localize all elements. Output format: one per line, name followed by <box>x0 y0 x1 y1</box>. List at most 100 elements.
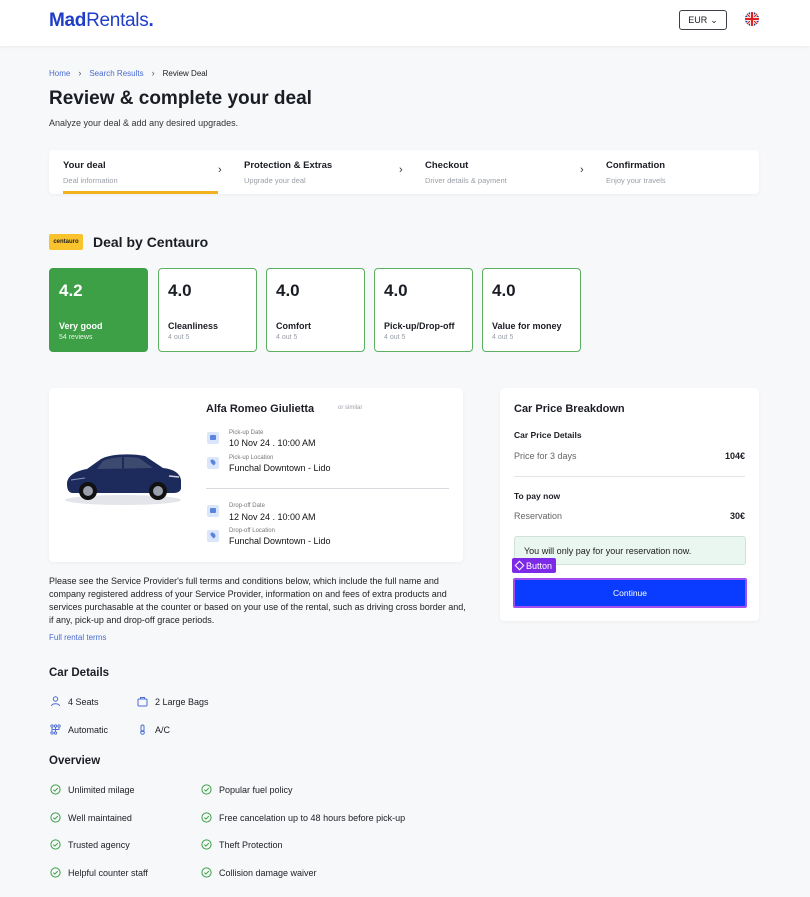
check-circle-icon <box>201 784 212 795</box>
terms-text: Please see the Service Provider's full t… <box>49 576 466 625</box>
car-card: Alfa Romeo Giulietta or similar Pick-up … <box>49 388 463 562</box>
pickup-date: 10 Nov 24 . 10:00 AM <box>229 438 316 448</box>
check-circle-icon <box>201 839 212 850</box>
overview-title: Overview <box>49 755 101 767</box>
pickup-date-label: Pick-up Date <box>229 430 264 436</box>
breadcrumb-search-results[interactable]: Search Results <box>89 69 143 78</box>
overview-item: Trusted agency <box>50 839 130 850</box>
deal-title: Deal by Centauro <box>93 234 209 250</box>
rating-label: Value for money <box>492 321 562 331</box>
uk-flag-icon[interactable] <box>745 12 759 26</box>
pickup-location: Funchal Downtown - Lido <box>229 463 331 473</box>
breadcrumb-home[interactable]: Home <box>49 69 70 78</box>
overview-item: Collision damage waiver <box>201 867 317 878</box>
rating-value: 4.0 <box>384 281 408 300</box>
feature-ac: A/C <box>137 724 170 735</box>
overview-label: Collision damage waiver <box>219 867 317 878</box>
logo-part-1: Mad <box>49 10 87 31</box>
currency-select[interactable]: EUR ⌄ <box>679 10 727 30</box>
overview-label: Theft Protection <box>219 839 283 850</box>
dropoff-date-label: Drop-off Date <box>229 503 265 509</box>
rating-reviews: 54 reviews <box>59 334 93 341</box>
feature-label: Automatic <box>68 724 109 735</box>
step-title: Confirmation <box>606 160 666 171</box>
reservation-label: Reservation <box>514 511 563 521</box>
rating-value-for-money: 4.0 Value for money 4 out 5 <box>482 268 581 352</box>
location-pin-icon <box>207 530 219 542</box>
button-annotation-tag: Button <box>512 558 557 573</box>
continue-button[interactable]: Continue <box>513 578 747 608</box>
overview-item: Theft Protection <box>201 839 283 850</box>
rating-label: Comfort <box>276 321 311 331</box>
rating-cleanliness: 4.0 Cleanliness 4 out 5 <box>158 268 257 352</box>
person-icon <box>51 696 60 707</box>
overview-item: Well maintained <box>50 812 132 823</box>
price-breakdown-panel: Car Price Breakdown Car Price Details Pr… <box>500 388 759 621</box>
rating-pickup-dropoff: 4.0 Pick-up/Drop-off 4 out 5 <box>374 268 473 352</box>
bag-icon <box>137 697 148 707</box>
dropoff-date: 12 Nov 24 . 10:00 AM <box>229 512 316 522</box>
rating-overall: 4.2 Very good 54 reviews <box>49 268 148 352</box>
diamond-icon <box>514 560 525 571</box>
chevron-right-icon: › <box>218 164 222 176</box>
feature-seats: 4 Seats <box>50 696 99 707</box>
gearbox-icon <box>50 724 61 735</box>
rating-value: 4.0 <box>276 281 300 300</box>
car-details-title: Car Details <box>49 667 110 679</box>
price-details-title: Car Price Details <box>514 430 582 440</box>
rating-sub: 4 out 5 <box>492 334 514 341</box>
check-circle-icon <box>50 867 61 878</box>
feature-bags: 2 Large Bags <box>137 696 209 707</box>
step-desc: Enjoy your travels <box>606 176 666 185</box>
pickup-location-label: Pick-up Location <box>229 455 274 461</box>
page-subtitle: Analyze your deal & add any desired upgr… <box>49 118 239 128</box>
rating-label: Cleanliness <box>168 321 219 331</box>
top-bar: MadRentals. EUR ⌄ <box>0 0 810 46</box>
full-rental-terms-link[interactable]: Full rental terms <box>49 633 106 642</box>
logo-dot: . <box>148 10 154 31</box>
rating-value: 4.0 <box>492 281 516 300</box>
step-title: Checkout <box>425 160 469 171</box>
feature-label: 4 Seats <box>68 696 99 707</box>
overview-label: Well maintained <box>68 812 132 823</box>
overview-item: Free cancelation up to 48 hours before p… <box>201 812 405 823</box>
divider <box>514 476 745 477</box>
calendar-icon <box>207 432 219 444</box>
pay-now-title: To pay now <box>514 491 561 501</box>
step-desc: Deal information <box>63 176 118 185</box>
location-pin-icon <box>207 457 219 469</box>
currency-value: EUR <box>688 15 708 25</box>
price-value: 104€ <box>724 451 745 461</box>
rating-label: Pick-up/Drop-off <box>384 321 455 331</box>
check-circle-icon <box>50 784 61 795</box>
check-circle-icon <box>201 867 212 878</box>
overview-label: Helpful counter staff <box>68 867 148 878</box>
rating-label: Very good <box>59 321 103 331</box>
feature-label: A/C <box>155 724 171 735</box>
car-similar-note: or similar <box>338 405 363 411</box>
chevron-down-icon: ⌄ <box>710 15 718 25</box>
check-circle-icon <box>50 839 61 850</box>
logo-part-2: Rentals <box>86 10 149 31</box>
dropoff-location-label: Drop-off Location <box>229 528 275 534</box>
logo[interactable]: MadRentals. <box>49 10 154 32</box>
check-circle-icon <box>50 812 61 823</box>
breadcrumb-current: Review Deal <box>162 68 208 78</box>
car-image <box>61 444 185 508</box>
progress-stepper: Your deal Deal information › Protection … <box>49 150 759 194</box>
dropoff-location: Funchal Downtown - Lido <box>229 536 331 546</box>
breadcrumb-separator-icon: › <box>151 68 155 78</box>
rating-value: 4.0 <box>168 281 192 300</box>
overview-item: Helpful counter staff <box>50 867 148 878</box>
overview-label: Unlimited milage <box>68 784 135 795</box>
feature-label: 2 Large Bags <box>155 696 209 707</box>
step-title: Protection & Extras <box>244 160 333 171</box>
chevron-right-icon: › <box>580 164 584 176</box>
divider <box>206 488 449 489</box>
tag-label: Button <box>526 560 553 571</box>
step-desc: Driver details & payment <box>425 176 507 185</box>
supplier-logo: centauro <box>49 234 83 250</box>
car-name: Alfa Romeo Giulietta <box>206 403 315 415</box>
overview-item: Unlimited milage <box>50 784 135 795</box>
page-title: Review & complete your deal <box>49 88 312 109</box>
